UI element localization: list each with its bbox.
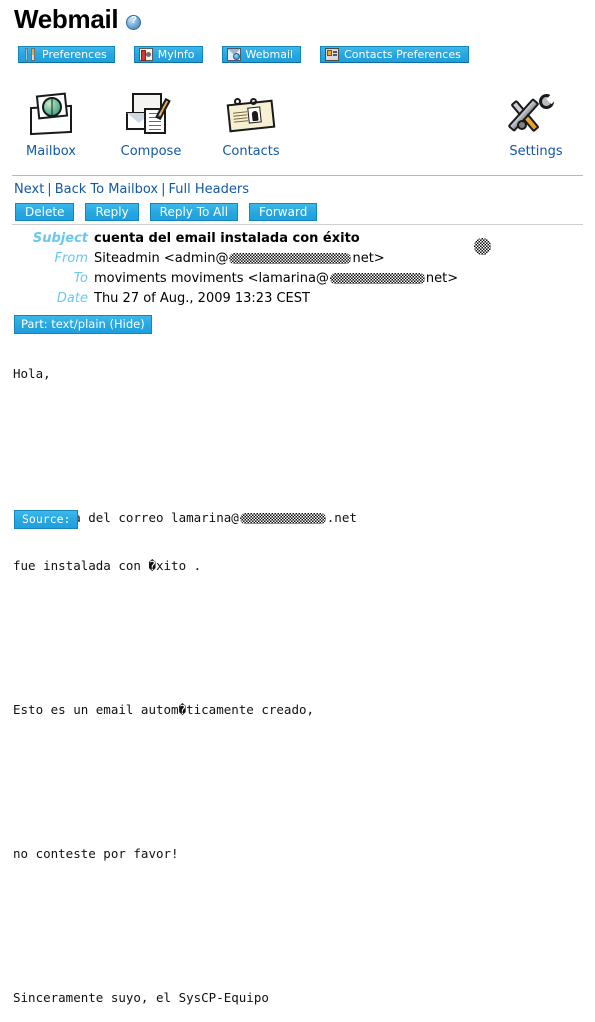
wrench-screwdriver-icon xyxy=(507,90,563,140)
nav-button-webmail[interactable]: Webmail xyxy=(221,46,302,63)
nav-label-contacts-preferences: Contacts Preferences xyxy=(344,48,461,61)
page-title: Webmail xyxy=(14,4,119,34)
toolbar-label-mailbox: Mailbox xyxy=(26,144,76,159)
link-separator-2: | xyxy=(161,182,166,197)
nav-label-webmail: Webmail xyxy=(245,48,294,61)
body-line-4: Esto es un email autom�ticamente creado, xyxy=(13,702,315,717)
body-line-2-after: .net xyxy=(326,510,357,525)
message-body: Hola, su cuenta del correo lamarina@ .ne… xyxy=(13,334,357,1022)
compose-pencil-icon xyxy=(124,92,178,140)
main-navigation: Preferences MyInfo Webmail Contacts Pref… xyxy=(18,46,469,63)
message-action-buttons: Delete Reply Reply To All Forward xyxy=(15,203,318,221)
contacts-card-icon xyxy=(224,92,278,140)
envelope-globe-icon xyxy=(226,48,241,61)
toolbar-item-settings[interactable]: Settings xyxy=(499,90,573,159)
body-blank-2 xyxy=(13,462,357,478)
toolbar-label-settings: Settings xyxy=(509,144,563,159)
divider-headers xyxy=(12,224,583,225)
message-headers: Subject cuenta del email instalada con é… xyxy=(0,231,595,311)
body-blank-5 xyxy=(13,750,357,766)
icon-toolbar: Mailbox Compose Contacts xyxy=(14,92,288,159)
header-from-text-before: Siteadmin <admin@ xyxy=(94,251,229,266)
redaction-mark-body xyxy=(239,512,326,524)
header-value-date: Thu 27 of Aug., 2009 13:23 CEST xyxy=(94,291,310,306)
header-to-text-after: net> xyxy=(425,271,459,286)
header-label-to: To xyxy=(73,271,88,286)
id-card-icon xyxy=(138,48,153,61)
header-row-date: Date Thu 27 of Aug., 2009 13:23 CEST xyxy=(0,291,595,309)
link-back-to-mailbox[interactable]: Back To Mailbox xyxy=(55,182,158,197)
toolbar-label-compose: Compose xyxy=(120,144,182,159)
nav-label-myinfo: MyInfo xyxy=(157,48,195,61)
redaction-mark-to xyxy=(329,273,425,284)
toolbar-label-contacts: Contacts xyxy=(222,144,280,159)
redaction-mark-from xyxy=(229,253,352,264)
redaction-mark-corner xyxy=(474,238,491,255)
nav-button-contacts-preferences[interactable]: Contacts Preferences xyxy=(320,46,469,63)
nav-button-myinfo[interactable]: MyInfo xyxy=(133,46,203,63)
header-label-subject: Subject xyxy=(32,231,88,246)
header-to-text-before: moviments moviments <lamarina@ xyxy=(94,271,329,286)
reply-to-all-button[interactable]: Reply To All xyxy=(149,203,239,221)
message-navigation-links: Next | Back To Mailbox | Full Headers xyxy=(14,182,249,197)
body-line-1: Hola, xyxy=(13,366,51,381)
tools-icon xyxy=(23,48,37,61)
link-full-headers[interactable]: Full Headers xyxy=(169,182,249,197)
nav-button-preferences[interactable]: Preferences xyxy=(18,46,115,63)
delete-button[interactable]: Delete xyxy=(15,203,75,221)
header-value-to: moviments moviments <lamarina@ net> xyxy=(94,271,458,286)
message-source-toggle[interactable]: Source: xyxy=(14,510,79,529)
body-blank-7 xyxy=(13,894,357,910)
body-blank-3 xyxy=(13,606,357,622)
header-row-subject: Subject cuenta del email instalada con é… xyxy=(0,231,595,249)
link-next[interactable]: Next xyxy=(14,182,44,197)
body-line-5: no conteste por favor! xyxy=(13,846,179,861)
body-blank-1 xyxy=(13,414,357,430)
header-row-from: From Siteadmin <admin@ net> xyxy=(0,251,595,269)
divider-top xyxy=(12,175,583,176)
body-line-6: Sinceramente suyo, el SysCP-Equipo xyxy=(13,990,269,1005)
toolbar-item-mailbox[interactable]: Mailbox xyxy=(14,92,88,159)
header-value-subject: cuenta del email instalada con éxito xyxy=(94,231,360,246)
body-line-3: fue instalada con �xito . xyxy=(13,558,202,573)
header-from-text-after: net> xyxy=(352,251,385,266)
mailbox-envelope-icon xyxy=(24,92,78,140)
header-label-from: From xyxy=(54,251,88,266)
message-part-toggle[interactable]: Part: text/plain (Hide) xyxy=(14,315,152,334)
toolbar-item-compose[interactable]: Compose xyxy=(114,92,188,159)
header-value-from: Siteadmin <admin@ net> xyxy=(94,251,385,266)
body-blank-8 xyxy=(13,942,357,958)
body-blank-6 xyxy=(13,798,357,814)
header-row-to: To moviments moviments <lamarina@ net> xyxy=(0,271,595,289)
help-circle-icon[interactable] xyxy=(126,14,142,30)
link-separator-1: | xyxy=(47,182,52,197)
page-header: Webmail xyxy=(14,4,142,34)
reply-button[interactable]: Reply xyxy=(85,203,139,221)
nav-label-preferences: Preferences xyxy=(42,48,107,61)
body-blank-4 xyxy=(13,654,357,670)
contact-card-icon xyxy=(325,48,340,61)
forward-button[interactable]: Forward xyxy=(249,203,318,221)
header-label-date: Date xyxy=(56,291,88,306)
toolbar-item-contacts[interactable]: Contacts xyxy=(214,92,288,159)
